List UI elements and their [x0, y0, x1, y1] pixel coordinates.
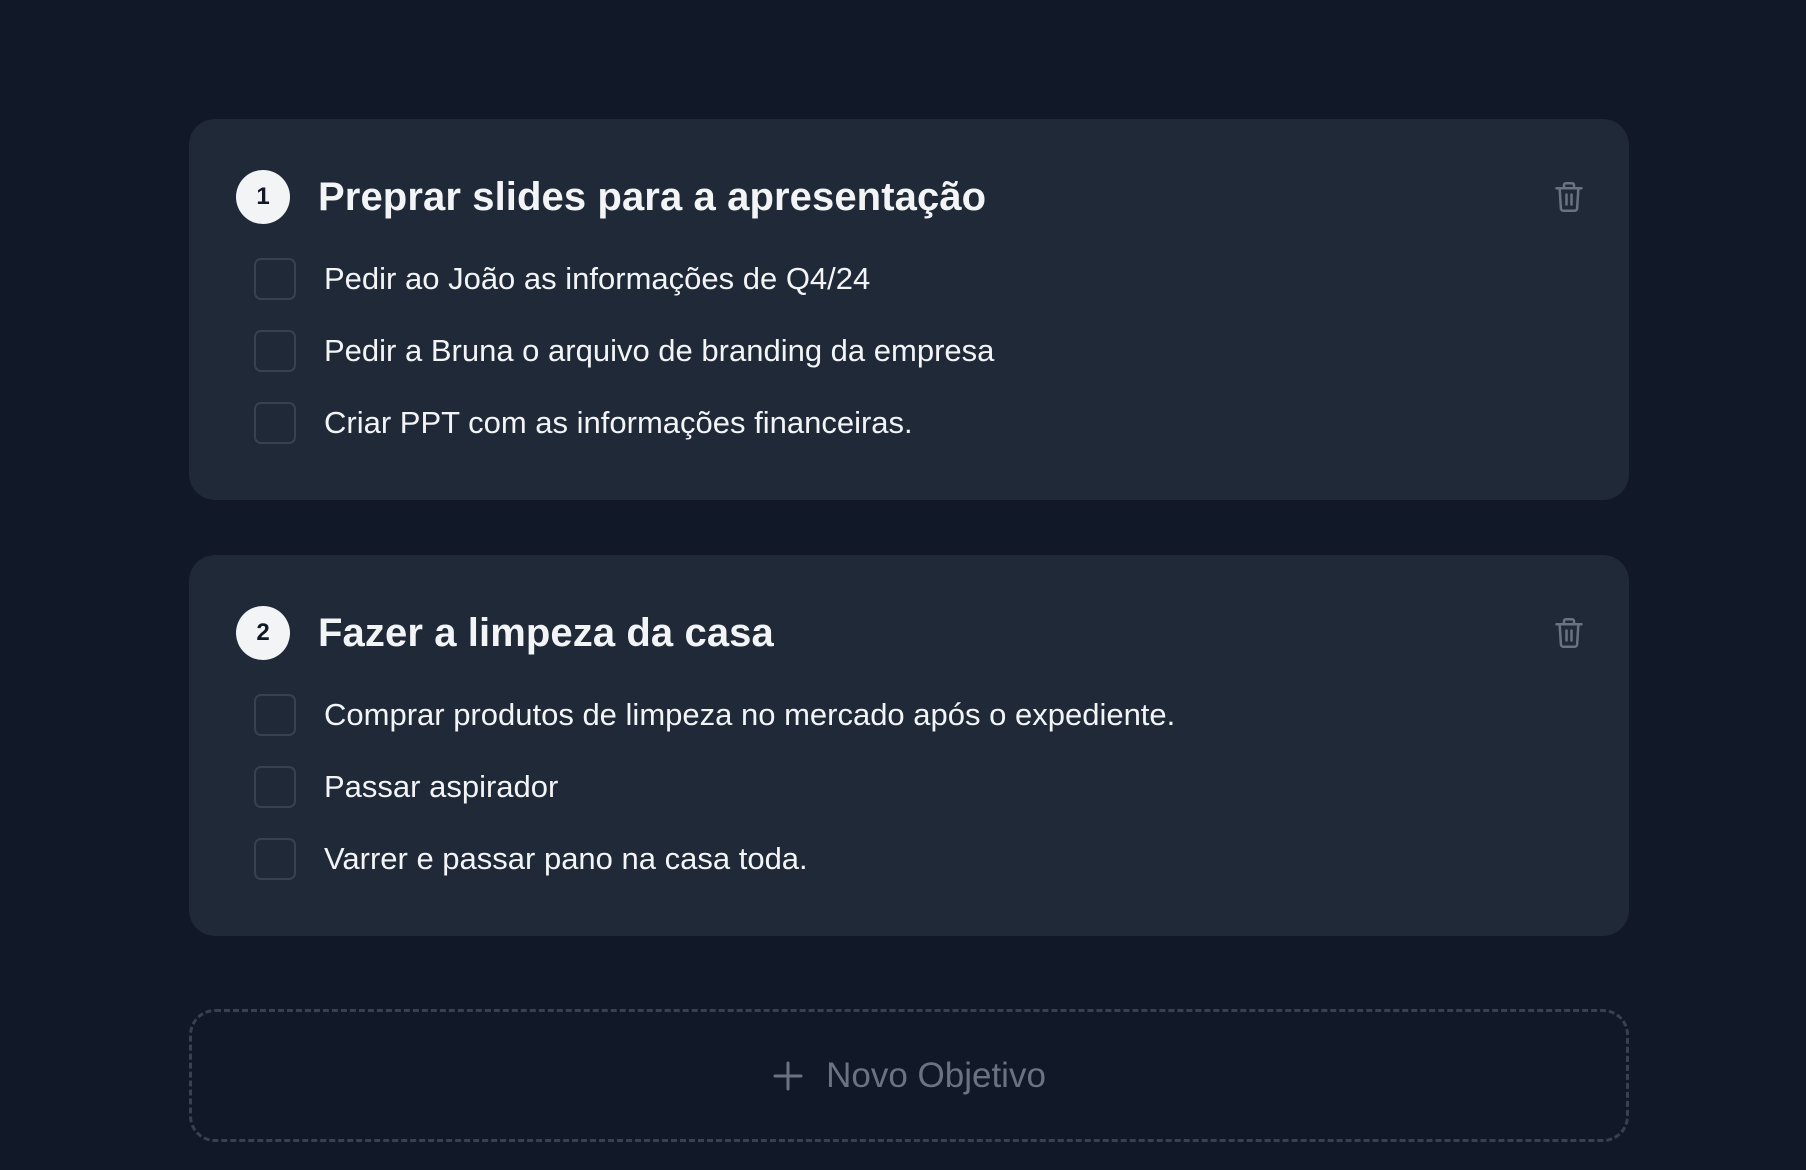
task-label: Criar PPT com as informações financeiras… — [324, 405, 913, 440]
task-checkbox[interactable] — [254, 694, 296, 736]
task-list: Pedir ao João as informações de Q4/24 Pe… — [236, 243, 1582, 459]
task-checkbox[interactable] — [254, 402, 296, 444]
trash-icon — [1555, 182, 1583, 212]
objective-title: Fazer a limpeza da casa — [318, 611, 774, 655]
delete-objective-button[interactable] — [1551, 615, 1587, 651]
task-label: Pedir a Bruna o arquivo de branding da e… — [324, 333, 995, 368]
task-item: Varrer e passar pano na casa toda. — [254, 823, 1582, 895]
plus-icon — [773, 1061, 803, 1090]
new-objective-button[interactable]: Novo Objetivo — [189, 1009, 1629, 1142]
objective-number-badge: 1 — [236, 170, 290, 224]
task-item: Pedir ao João as informações de Q4/24 — [254, 243, 1582, 315]
task-label: Comprar produtos de limpeza no mercado a… — [324, 697, 1176, 732]
new-objective-label: Novo Objetivo — [826, 1055, 1046, 1095]
objective-card: 2 Fazer a limpeza da casa Comprar produt… — [189, 555, 1629, 936]
task-item: Criar PPT com as informações financeiras… — [254, 387, 1582, 459]
trash-icon — [1555, 618, 1583, 648]
objective-card: 1 Preprar slides para a apresentação Ped… — [189, 119, 1629, 500]
objectives-list: 1 Preprar slides para a apresentação Ped… — [189, 119, 1629, 991]
delete-objective-button[interactable] — [1551, 179, 1587, 215]
task-label: Passar aspirador — [324, 769, 559, 804]
objective-header: 2 Fazer a limpeza da casa — [236, 605, 1582, 661]
task-label: Varrer e passar pano na casa toda. — [324, 841, 808, 876]
task-item: Pedir a Bruna o arquivo de branding da e… — [254, 315, 1582, 387]
task-item: Comprar produtos de limpeza no mercado a… — [254, 679, 1582, 751]
objective-title: Preprar slides para a apresentação — [318, 175, 987, 219]
task-label: Pedir ao João as informações de Q4/24 — [324, 261, 871, 296]
task-list: Comprar produtos de limpeza no mercado a… — [236, 679, 1582, 895]
objective-header: 1 Preprar slides para a apresentação — [236, 169, 1582, 225]
task-checkbox[interactable] — [254, 766, 296, 808]
task-checkbox[interactable] — [254, 258, 296, 300]
task-item: Passar aspirador — [254, 751, 1582, 823]
task-checkbox[interactable] — [254, 838, 296, 880]
objective-number-badge: 2 — [236, 606, 290, 660]
task-checkbox[interactable] — [254, 330, 296, 372]
